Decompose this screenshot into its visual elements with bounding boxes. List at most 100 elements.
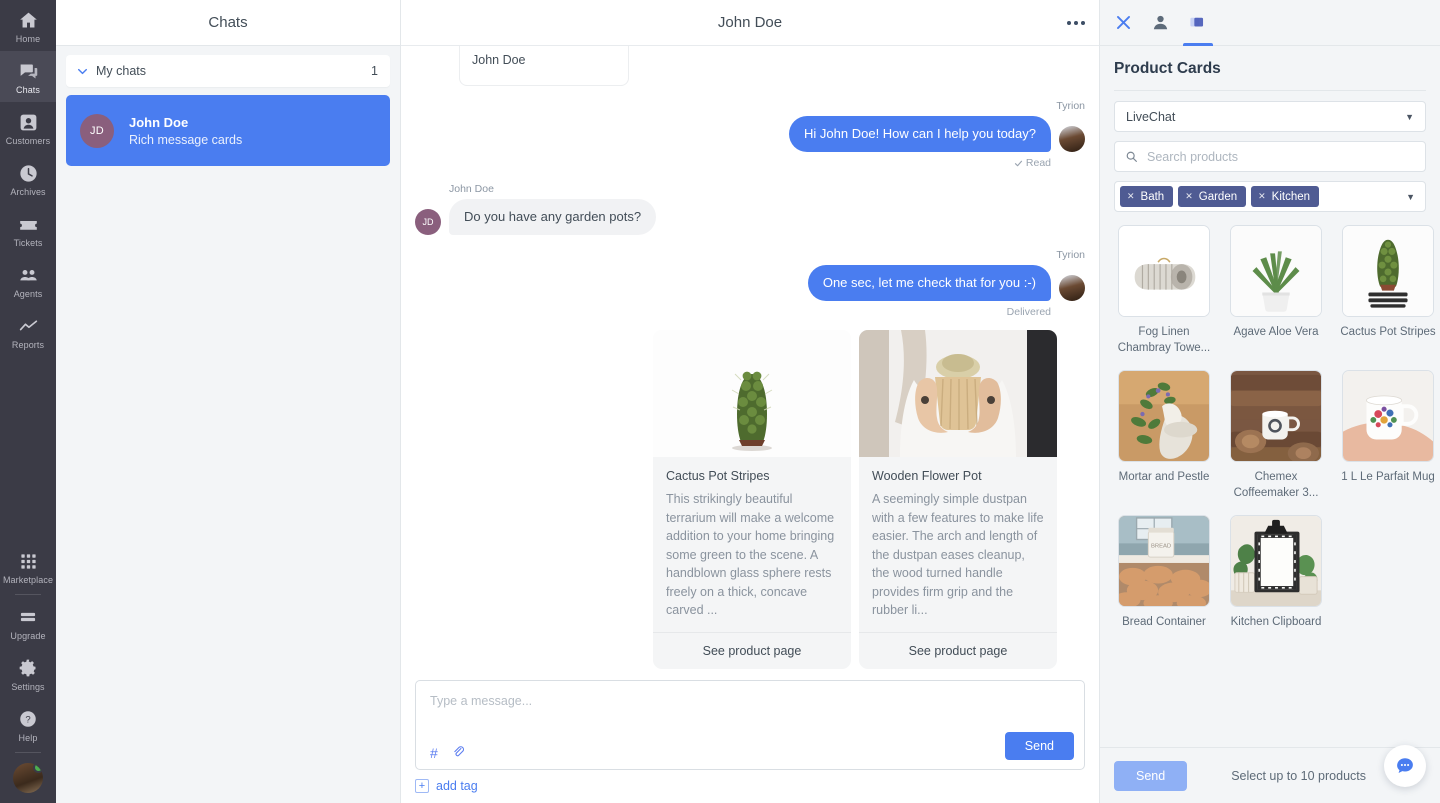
avatar-john-doe: JD <box>415 209 441 235</box>
sidebar-label-customers: Customers <box>5 136 51 146</box>
chat-list-panel: Chats My chats 1 JD John Doe Rich messag… <box>56 0 401 803</box>
right-panel-title: Product Cards <box>1114 60 1221 77</box>
product-card-body: Cactus Pot Stripes This strikingly beaut… <box>653 457 851 632</box>
product-tile-name: Fog Linen Chambray Towe... <box>1117 326 1211 354</box>
product-card-title: Cactus Pot Stripes <box>666 469 770 483</box>
paperclip-icon[interactable] <box>452 745 465 760</box>
product-card-description: A seemingly simple dustpan with a few fe… <box>872 492 1044 617</box>
chats-icon <box>17 60 39 82</box>
composer-zone: Type a message... # Send + add tag <box>401 672 1099 803</box>
product-grid: Fog Linen Chambray Towe... Agave Aloe Ve… <box>1114 225 1436 630</box>
chevron-down-icon[interactable]: ▼ <box>1406 192 1415 202</box>
send-products-button[interactable]: Send <box>1114 760 1188 791</box>
sidebar-item-marketplace[interactable]: Marketplace <box>0 541 56 592</box>
sidebar-item-help[interactable]: ? Help <box>0 699 56 750</box>
tab-customer-profile[interactable] <box>1151 0 1170 46</box>
sidebar-item-upgrade[interactable]: Upgrade <box>0 597 56 648</box>
sidebar-item-reports[interactable]: Reports <box>0 306 56 357</box>
current-user-avatar[interactable] <box>13 763 43 793</box>
more-options-icon[interactable] <box>1067 20 1085 25</box>
product-thumbnail: BREAD <box>1118 515 1210 607</box>
chat-group-label: My chats <box>96 64 147 78</box>
chat-list-item-john-doe[interactable]: JD John Doe Rich message cards <box>66 95 390 166</box>
chat-list-item-meta: John Doe Rich message cards <box>129 115 242 147</box>
sidebar-item-agents[interactable]: Agents <box>0 255 56 306</box>
composer-tools: # <box>430 745 465 760</box>
see-product-page-button[interactable]: See product page <box>653 631 851 669</box>
chevron-down-icon: ▼ <box>1405 111 1414 122</box>
product-tile-bread-container[interactable]: BREAD Bread Container <box>1114 515 1214 630</box>
remove-chip-icon[interactable]: ✕ <box>1127 191 1135 202</box>
category-filter-chips[interactable]: ✕ Bath ✕ Garden ✕ Kitchen ▼ <box>1114 181 1426 212</box>
filter-chip-kitchen[interactable]: ✕ Kitchen <box>1251 186 1320 207</box>
chat-list-item-preview: Rich message cards <box>129 132 243 147</box>
sidebar-item-chats[interactable]: Chats <box>0 51 56 102</box>
message-row: Tyrion One sec, let me check that for yo… <box>415 249 1085 318</box>
product-source-value: LiveChat <box>1126 109 1176 124</box>
product-cards-panel: Product Cards LiveChat ▼ ✕ Bath ✕ Garden <box>1100 0 1440 803</box>
sidebar-item-tickets[interactable]: Tickets <box>0 204 56 255</box>
product-tile-chemex-coffeemaker[interactable]: Chemex Coffeemaker 3... <box>1226 370 1326 501</box>
chat-group-my-chats[interactable]: My chats 1 <box>66 55 390 87</box>
sidebar-item-customers[interactable]: Customers <box>0 102 56 153</box>
product-tile-cactus-pot-stripes[interactable]: Cactus Pot Stripes <box>1338 225 1438 356</box>
sidebar-item-settings[interactable]: Settings <box>0 648 56 699</box>
product-tile-le-parfait-mug[interactable]: 1 L Le Parfait Mug <box>1338 370 1438 501</box>
filter-chip-label: Bath <box>1140 190 1165 203</box>
message-composer[interactable]: Type a message... # Send <box>415 680 1085 770</box>
rail-divider <box>15 594 41 595</box>
product-source-select[interactable]: LiveChat ▼ <box>1114 101 1426 132</box>
avatar: JD <box>80 113 114 148</box>
remove-chip-icon[interactable]: ✕ <box>1258 191 1266 202</box>
message-thread[interactable]: John Doe Tyrion Hi John Doe! How can I h… <box>401 46 1099 672</box>
right-panel-title-wrap: Product Cards <box>1100 46 1440 88</box>
product-thumbnail <box>1342 370 1434 462</box>
sidebar-label-upgrade: Upgrade <box>10 631 46 641</box>
scrolled-off-card: John Doe <box>459 46 629 86</box>
agents-icon <box>17 264 39 286</box>
rail-divider-bottom <box>15 752 41 753</box>
scrolled-off-card-text: John Doe <box>472 53 526 67</box>
chat-widget-button[interactable] <box>1384 745 1426 787</box>
rich-message-cards: Cactus Pot Stripes This strikingly beaut… <box>415 330 1085 669</box>
product-tile-name: Agave Aloe Vera <box>1233 326 1319 338</box>
conversation-header: John Doe <box>401 0 1099 46</box>
remove-chip-icon[interactable]: ✕ <box>1185 191 1193 202</box>
chat-bubble-icon <box>1397 758 1413 773</box>
product-tile-name: Chemex Coffeemaker 3... <box>1233 471 1319 499</box>
enamel-mug-logs-photo <box>1231 371 1321 461</box>
send-message-button[interactable]: Send <box>1004 732 1074 760</box>
product-tile-name: Kitchen Clipboard <box>1230 616 1322 628</box>
search-input[interactable] <box>1147 149 1415 164</box>
bubble-line: Hi John Doe! How can I help you today? <box>789 116 1085 152</box>
sidebar-label-help: Help <box>18 733 38 743</box>
see-product-page-button[interactable]: See product page <box>859 631 1057 669</box>
close-panel-button[interactable] <box>1114 0 1133 46</box>
filter-chip-bath[interactable]: ✕ Bath <box>1120 186 1174 207</box>
chat-list-item-name: John Doe <box>129 114 189 130</box>
divider <box>1114 90 1426 91</box>
product-search[interactable] <box>1114 141 1426 172</box>
sidebar-item-archives[interactable]: Archives <box>0 153 56 204</box>
message-incoming: John Doe JD Do you have any garden pots? <box>415 183 657 235</box>
product-tile-mortar-and-pestle[interactable]: Mortar and Pestle <box>1114 370 1214 501</box>
chat-group-count: 1 <box>371 64 378 78</box>
tab-product-cards[interactable] <box>1182 0 1213 46</box>
bubble-line: One sec, let me check that for you :-) <box>807 265 1085 301</box>
search-icon <box>1126 151 1137 162</box>
add-tag-plus-icon[interactable]: + <box>415 779 429 793</box>
product-tile-agave-aloe-vera[interactable]: Agave Aloe Vera <box>1226 225 1326 356</box>
sidebar-label-archives: Archives <box>10 187 46 197</box>
product-tile-fog-linen[interactable]: Fog Linen Chambray Towe... <box>1114 225 1214 356</box>
canned-response-icon[interactable]: # <box>430 746 438 760</box>
product-card-cactus-pot-stripes[interactable]: Cactus Pot Stripes This strikingly beaut… <box>653 330 851 669</box>
svg-text:BREAD: BREAD <box>1151 543 1171 549</box>
product-tile-kitchen-clipboard[interactable]: Kitchen Clipboard <box>1226 515 1326 630</box>
add-tag-link[interactable]: add tag <box>436 779 478 793</box>
check-icon <box>1014 160 1022 166</box>
filter-chip-garden[interactable]: ✕ Garden <box>1178 186 1247 207</box>
product-tile-name: 1 L Le Parfait Mug <box>1341 471 1435 483</box>
product-card-wooden-flower-pot[interactable]: Wooden Flower Pot A seemingly simple dus… <box>859 330 1057 669</box>
sidebar-item-home[interactable]: Home <box>0 0 56 51</box>
active-tab-underline <box>1182 42 1213 46</box>
